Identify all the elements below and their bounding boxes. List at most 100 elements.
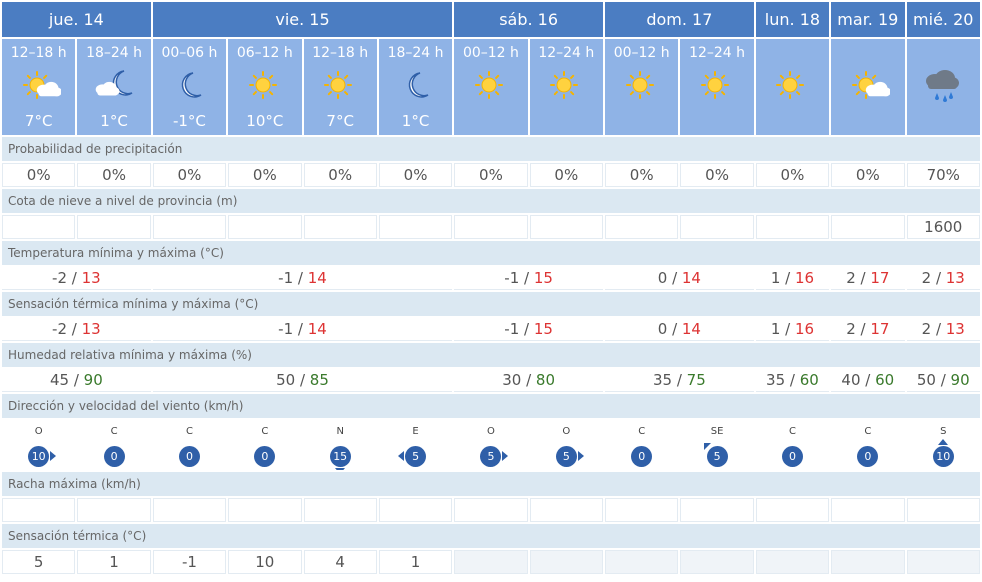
temp-minmax: -1 / 14: [152, 267, 453, 290]
feels-hourly-value: -1: [152, 550, 227, 574]
moon-icon: [379, 61, 452, 111]
wind-arrow-icon: [703, 442, 711, 450]
period-row: 12–18 h 7°C 18–24 h 1°C 00–06 h -1°C 06–12 h 10…: [2, 39, 980, 135]
humidity-minmax: 45 / 90: [2, 369, 151, 392]
gust-value: [228, 498, 302, 522]
snow-value: [378, 215, 453, 239]
wind-speed-badge: 0: [103, 445, 125, 467]
wind-speed: 5: [412, 449, 420, 463]
sun-icon: [530, 61, 603, 111]
period-temp: 1°C: [100, 112, 128, 130]
wind-direction: N: [336, 425, 344, 437]
max-value: 14: [681, 269, 701, 287]
max-value: 14: [307, 320, 327, 338]
max-value: 13: [81, 269, 101, 287]
wind-speed-badge: 10: [932, 438, 954, 467]
precip-value: 0%: [831, 163, 905, 187]
wind-cell: O5: [529, 420, 603, 470]
period-label: 00–12 h: [462, 45, 519, 61]
wind-cell: O5: [454, 420, 528, 470]
period-temp: 7°C: [24, 112, 53, 130]
max-value: 13: [945, 269, 965, 287]
period-cell: 12–24 h: [680, 39, 754, 135]
feels-hourly-value: [906, 550, 980, 574]
wind-speed: 10: [31, 449, 46, 463]
snow-value: [228, 215, 302, 239]
gust-value: [2, 498, 76, 522]
temp-minmax: -2 / 13: [2, 267, 151, 290]
wind-speed-badge: 5: [703, 442, 728, 467]
section-label-wind: Dirección y velocidad del viento (km/h): [2, 394, 980, 418]
section-label-gust: Racha máxima (km/h): [2, 472, 980, 496]
wind-cell: C0: [831, 420, 905, 470]
wind-speed: 15: [333, 449, 348, 463]
precip-value: 0%: [228, 163, 302, 187]
feels-minmax: 2 / 17: [831, 318, 905, 341]
gust-value: [303, 498, 377, 522]
min-value: 0: [657, 269, 668, 287]
min-value: 40: [841, 371, 861, 389]
snow-value: [680, 215, 754, 239]
wind-speed: 5: [487, 449, 495, 463]
temp-minmax: -1 / 15: [454, 267, 603, 290]
period-label: [756, 45, 829, 61]
temp-minmax: 2 / 13: [906, 267, 980, 290]
period-label: 18–24 h: [387, 45, 444, 61]
wind-direction: S: [940, 425, 947, 437]
gust-value: [152, 498, 227, 522]
wind-cell: E5: [378, 420, 453, 470]
gust-value: [378, 498, 453, 522]
wind-direction: C: [185, 425, 193, 437]
period-label: 12–18 h: [10, 45, 67, 61]
min-value: -1: [278, 320, 294, 338]
feels-minmax: -1 / 15: [454, 318, 603, 341]
wind-direction: E: [412, 425, 419, 437]
feels-hourly-value: 10: [228, 550, 302, 574]
period-label: 12–24 h: [538, 45, 595, 61]
feels-hourly-value: [680, 550, 754, 574]
period-label: 00–12 h: [613, 45, 670, 61]
wind-direction: O: [487, 425, 495, 437]
wind-direction: C: [788, 425, 796, 437]
precip-value: 0%: [529, 163, 603, 187]
humidity-minmax: 35 / 75: [605, 369, 754, 392]
min-value: -2: [52, 320, 68, 338]
humidity-minmax: 50 / 90: [906, 369, 980, 392]
snow-value: [605, 215, 679, 239]
max-value: 60: [799, 371, 819, 389]
max-value: 15: [533, 269, 553, 287]
wind-speed-badge: 0: [254, 445, 276, 467]
precip-value: 70%: [906, 163, 980, 187]
forecast-table: jue. 14 vie. 15 sáb. 16 dom. 17 lun. 18 …: [0, 0, 982, 576]
max-value: 75: [686, 371, 706, 389]
rain-cloud-icon: [907, 61, 981, 111]
precip-value: 0%: [454, 163, 528, 187]
gust-value: [831, 498, 905, 522]
max-value: 85: [309, 371, 329, 389]
sun-icon: [304, 61, 377, 111]
feels-hourly-value: [755, 550, 830, 574]
wind-cell: C0: [605, 420, 679, 470]
sun-icon: [228, 61, 301, 111]
max-value: 14: [681, 320, 701, 338]
wind-cell: N 15: [303, 420, 377, 470]
period-label: [907, 45, 981, 61]
max-value: 90: [83, 371, 103, 389]
wind-cell: C0: [755, 420, 830, 470]
max-value: 16: [794, 269, 815, 287]
period-temp: 1°C: [401, 112, 430, 130]
gust-value: [77, 498, 151, 522]
gust-value: [906, 498, 980, 522]
min-value: 30: [502, 371, 522, 389]
max-value: 15: [533, 320, 553, 338]
snow-value: [152, 215, 227, 239]
wind-cell: S 10: [906, 420, 980, 470]
feels-hourly-value: [831, 550, 905, 574]
wind-cell: C0: [228, 420, 302, 470]
wind-speed-badge: 15: [329, 445, 351, 470]
wind-direction: O: [34, 425, 43, 437]
gust-row: [2, 498, 980, 522]
min-value: 2: [921, 320, 932, 338]
moon-icon: [153, 61, 226, 111]
day-header: jue. 14: [2, 2, 151, 37]
